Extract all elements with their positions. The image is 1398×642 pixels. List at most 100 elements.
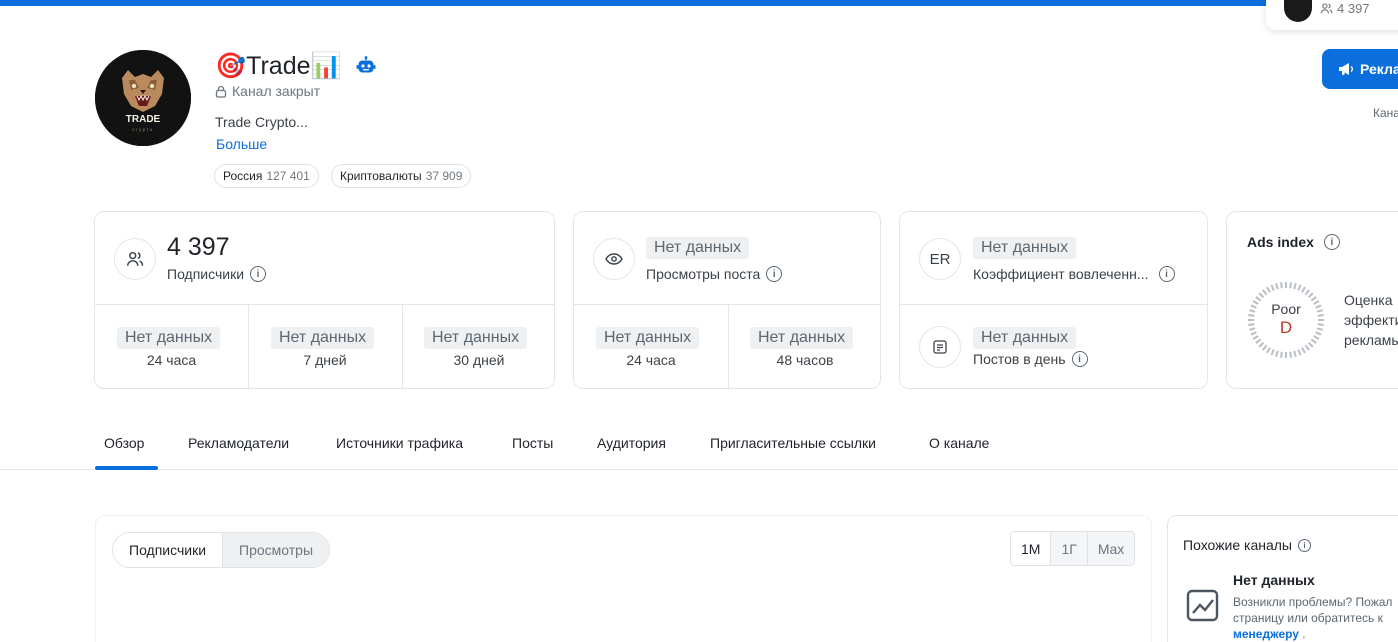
gauge-tick: [1307, 292, 1314, 299]
gauge-tick: [1275, 283, 1279, 290]
tag-country[interactable]: Россия 127 401: [214, 164, 319, 188]
document-icon: [919, 326, 961, 368]
engagement-card: ER Нет данных Коэффициент вовлеченн... i…: [899, 211, 1208, 389]
ads-text-line: эффекти: [1344, 312, 1398, 328]
info-icon[interactable]: i: [1298, 538, 1311, 552]
tab-audience[interactable]: Аудитория: [597, 435, 666, 451]
info-icon[interactable]: i: [1071, 351, 1088, 367]
avatar-text: TRADE: [126, 114, 161, 125]
range-switch: 1М 1Г Max: [1010, 531, 1136, 566]
gauge-tick: [1280, 282, 1283, 289]
gauge-tick: [1301, 286, 1306, 293]
gauge-tick: [1304, 289, 1310, 296]
gauge-tick: [1266, 286, 1271, 293]
tabs-divider: [0, 469, 1398, 470]
gauge-tick: [1297, 349, 1302, 356]
grade-label: Poor: [1271, 301, 1301, 317]
ads-index-card: Ads index i Poor D Оценка эффекти реклам…: [1226, 211, 1398, 389]
gauge-tick: [1270, 284, 1275, 291]
gauge-tick: [1289, 282, 1292, 289]
tab-traffic-sources[interactable]: Источники трафика: [336, 435, 463, 451]
gauge-tick: [1293, 350, 1297, 357]
segment-subscribers[interactable]: Подписчики: [113, 533, 223, 567]
channel-description: Trade Crypto...: [215, 114, 308, 130]
tag-category[interactable]: Криптовалюты 37 909: [331, 164, 472, 188]
gauge-tick: [1289, 351, 1292, 358]
views-label-row: Просмотры поста i: [646, 266, 783, 282]
info-icon[interactable]: i: [250, 266, 267, 282]
channel-title-row: 🎯Trade📊: [215, 50, 376, 82]
posts-per-day-label-row: Постов в день i: [973, 351, 1088, 367]
avatar-subtext: crypto: [132, 127, 153, 132]
views-value: Нет данных: [646, 237, 750, 259]
closed-label: Канал закрыт: [232, 83, 321, 99]
subscribers-card: 4 397 Подписчики i Нет данных 24 часа Не…: [94, 211, 555, 389]
mini-channel-card[interactable]: 4 397: [1266, 0, 1398, 30]
range-1y[interactable]: 1Г: [1050, 532, 1087, 565]
advertise-button[interactable]: Рекла: [1322, 49, 1398, 89]
engagement-label-row: Коэффициент вовлеченн... i: [973, 266, 1175, 282]
gauge-tick: [1262, 344, 1268, 351]
channel-title: 🎯Trade📊: [215, 51, 342, 80]
divider: [900, 304, 1207, 305]
engagement-value: Нет данных: [973, 237, 1077, 259]
posts-per-day-value: Нет данных: [973, 327, 1077, 349]
tab-advertisers[interactable]: Рекламодатели: [188, 435, 289, 451]
help-tail: .: [1298, 627, 1306, 641]
ads-text-line: Оценка: [1344, 292, 1393, 308]
info-icon[interactable]: i: [1158, 266, 1175, 282]
gauge-tick: [1280, 351, 1283, 358]
period-value: Нет данных: [596, 327, 700, 349]
tab-posts[interactable]: Посты: [512, 435, 553, 451]
help-line: страницу или обратитесь к: [1233, 611, 1383, 625]
divider: [402, 304, 403, 388]
subscribers-label-row: Подписчики i: [167, 266, 267, 282]
period-value: Нет данных: [424, 327, 528, 349]
segment-views[interactable]: Просмотры: [222, 533, 330, 567]
period-label: 24 часа: [146, 352, 197, 368]
similar-help-text: Возникли проблемы? Пожал страницу или об…: [1233, 594, 1398, 642]
tag-label: Криптовалюты: [340, 169, 422, 183]
gauge-tick: [1301, 347, 1306, 354]
robot-icon: [356, 56, 376, 73]
tag-count: 127 401: [266, 169, 310, 183]
er-icon: ER: [919, 238, 961, 280]
ads-index-title-row: Ads index i: [1247, 234, 1340, 250]
metric-switch: Подписчики Просмотры: [112, 532, 331, 568]
tab-about[interactable]: О канале: [929, 435, 989, 451]
divider: [728, 304, 729, 388]
ads-text-line: рекламы: [1344, 332, 1398, 348]
similar-nodata: Нет данных: [1233, 572, 1315, 588]
channel-avatar: TRADE crypto: [95, 50, 191, 146]
ads-index-title: Ads index: [1247, 234, 1314, 250]
similar-title-row: Похожие каналы i: [1183, 537, 1311, 553]
range-max[interactable]: Max: [1086, 532, 1135, 565]
views-label: Просмотры поста: [646, 266, 761, 282]
period-label: 24 часа: [626, 352, 676, 368]
tab-invite-links[interactable]: Пригласительные ссылки: [710, 435, 876, 451]
more-link[interactable]: Больше: [216, 136, 267, 152]
gauge-tick: [1258, 292, 1265, 299]
divider: [248, 304, 249, 388]
channel-closed-status: Канал закрыт: [215, 83, 320, 99]
tag-label: Россия: [223, 169, 263, 183]
info-icon[interactable]: i: [1323, 234, 1340, 250]
manager-link[interactable]: менеджеру: [1233, 627, 1299, 641]
posts-per-day-label: Постов в день: [973, 351, 1066, 367]
tag-count: 37 909: [425, 169, 463, 183]
gauge-tick: [1262, 289, 1268, 296]
subscribers-count: 4 397: [167, 233, 230, 261]
similar-title: Похожие каналы: [1183, 537, 1292, 553]
gauge-tick: [1255, 296, 1262, 302]
engagement-label: Коэффициент вовлеченн...: [973, 266, 1149, 282]
gauge-tick: [1270, 349, 1275, 356]
advertise-button-label: Рекла: [1360, 61, 1398, 77]
subscribers-label: Подписчики: [167, 266, 245, 282]
gauge-tick: [1275, 350, 1279, 357]
advertise-subtext: Кана: [1373, 106, 1398, 120]
gauge-tick: [1258, 341, 1265, 348]
range-1m[interactable]: 1М: [1011, 532, 1051, 565]
tab-overview[interactable]: Обзор: [104, 435, 144, 451]
users-icon: [114, 238, 156, 280]
info-icon[interactable]: i: [766, 266, 783, 282]
